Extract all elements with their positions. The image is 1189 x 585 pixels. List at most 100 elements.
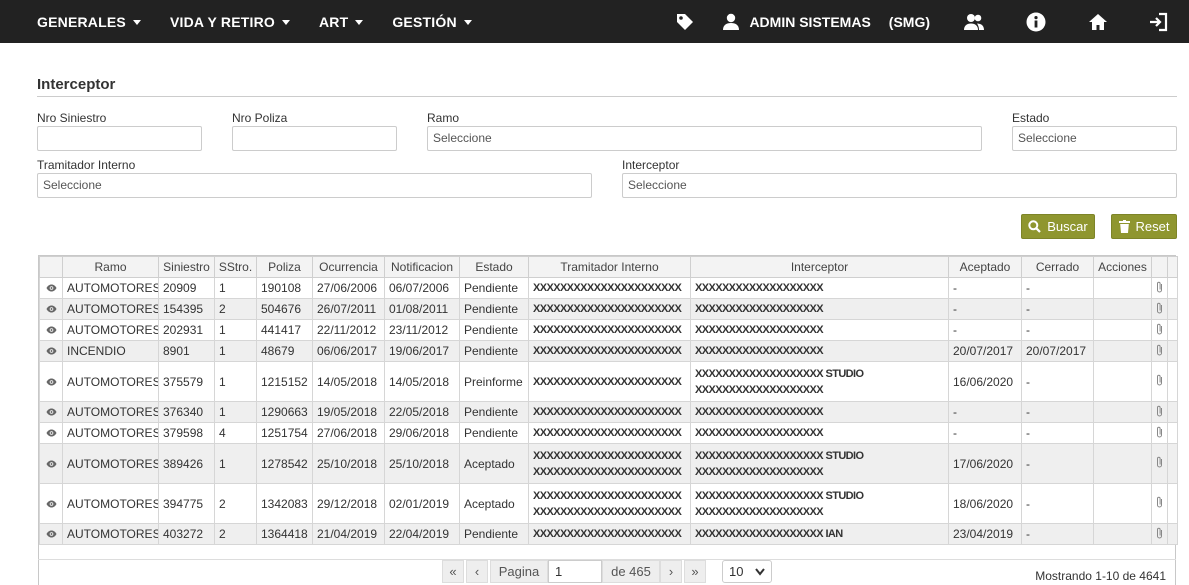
view-icon[interactable] bbox=[39, 319, 63, 341]
attachment-icon[interactable] bbox=[1151, 483, 1168, 524]
reset-button[interactable]: Reset bbox=[1111, 214, 1177, 239]
cell-acciones bbox=[1093, 340, 1152, 362]
menu-label: VIDA Y RETIRO bbox=[169, 13, 275, 30]
page-size-value: 10 bbox=[729, 564, 744, 579]
cell-poliza: 1278542 bbox=[256, 443, 313, 484]
col-header-notificacion[interactable]: Notificacion bbox=[384, 256, 460, 278]
attachment-icon[interactable] bbox=[1151, 443, 1168, 484]
cell-cerrado: - bbox=[1021, 298, 1094, 320]
col-header-aceptado[interactable]: Aceptado bbox=[948, 256, 1022, 278]
ramo-select[interactable]: Seleccione bbox=[427, 126, 982, 151]
view-icon[interactable] bbox=[39, 483, 63, 524]
view-icon[interactable] bbox=[39, 277, 63, 299]
cell-interceptor: XXXXXXXXXXXXXXXXXXX STUDIO XXXXXXXXXXXXXX… bbox=[690, 483, 949, 524]
table-row[interactable]: INCENDIO 8901 1 48679 06/06/2017 19/06/2017 Pe… bbox=[39, 340, 1178, 362]
col-header-poliza[interactable]: Poliza bbox=[256, 256, 313, 278]
tramitador-select[interactable]: Seleccione bbox=[37, 173, 592, 198]
table-row[interactable]: AUTOMOTORES 20909 1 190108 27/06/2006 06/07/2… bbox=[39, 277, 1178, 299]
prev-page-button[interactable]: ‹ bbox=[466, 560, 488, 583]
attachment-icon[interactable] bbox=[1151, 298, 1168, 320]
page-count-label: de 465 bbox=[602, 560, 660, 583]
first-page-button[interactable]: « bbox=[442, 560, 464, 583]
nro-poliza-input[interactable] bbox=[232, 126, 397, 151]
last-page-button[interactable]: » bbox=[684, 560, 706, 583]
tag-icon[interactable] bbox=[674, 0, 696, 43]
buscar-button[interactable]: Buscar bbox=[1021, 214, 1095, 239]
interceptor-select[interactable]: Seleccione bbox=[622, 173, 1177, 198]
view-icon[interactable] bbox=[39, 361, 63, 402]
table-row[interactable]: AUTOMOTORES 375579 1 1215152 14/05/2018 14/05… bbox=[39, 361, 1178, 402]
attachment-icon[interactable] bbox=[1151, 401, 1168, 423]
attachment-icon[interactable] bbox=[1151, 340, 1168, 362]
attachment-icon[interactable] bbox=[1151, 277, 1168, 299]
table-row[interactable]: AUTOMOTORES 202931 1 441417 22/11/2012 23/11/… bbox=[39, 319, 1178, 341]
page-number-input[interactable]: 1 bbox=[548, 560, 602, 583]
cell-estado: Aceptado bbox=[459, 443, 529, 484]
table-row[interactable]: AUTOMOTORES 376340 1 1290663 19/05/2018 22/05… bbox=[39, 401, 1178, 423]
col-header-estado[interactable]: Estado bbox=[459, 256, 529, 278]
col-header-tramitador[interactable]: Tramitador Interno bbox=[528, 256, 691, 278]
cell-estado: Aceptado bbox=[459, 483, 529, 524]
cell-aceptado: - bbox=[948, 298, 1022, 320]
cell-sstro: 1 bbox=[214, 277, 257, 299]
nro-siniestro-input[interactable] bbox=[37, 126, 202, 151]
info-icon[interactable] bbox=[1025, 0, 1047, 43]
col-header-ocurrencia[interactable]: Ocurrencia bbox=[312, 256, 385, 278]
cell-poliza: 1342083 bbox=[256, 483, 313, 524]
attachment-icon[interactable] bbox=[1151, 361, 1168, 402]
attachment-icon[interactable] bbox=[1151, 422, 1168, 444]
view-icon[interactable] bbox=[39, 298, 63, 320]
table-row[interactable]: AUTOMOTORES 154395 2 504676 26/07/2011 01/08/… bbox=[39, 298, 1178, 320]
tramitador-name: XXXXXXXXXXXXXXXXXXXXXX bbox=[533, 528, 682, 540]
page-size-select[interactable]: 10 bbox=[722, 560, 772, 583]
cell-estado: Pendiente bbox=[459, 401, 529, 423]
cell-notificacion: 14/05/2018 bbox=[384, 361, 460, 402]
col-header-ramo[interactable]: Ramo bbox=[62, 256, 159, 278]
cell-poliza: 1251754 bbox=[256, 422, 313, 444]
next-page-button[interactable]: › bbox=[660, 560, 682, 583]
table-row[interactable]: AUTOMOTORES 389426 1 1278542 25/10/2018 25/10… bbox=[39, 443, 1178, 484]
col-header-cerrado[interactable]: Cerrado bbox=[1021, 256, 1094, 278]
cell-ramo: AUTOMOTORES bbox=[62, 298, 159, 320]
col-header-sstro[interactable]: SStro. bbox=[214, 256, 257, 278]
table-row[interactable]: AUTOMOTORES 394775 2 1342083 29/12/2018 02/01… bbox=[39, 483, 1178, 524]
reset-label: Reset bbox=[1135, 219, 1170, 234]
attachment-icon[interactable] bbox=[1151, 523, 1168, 545]
menu-gestion[interactable]: GESTIÓN bbox=[392, 13, 472, 30]
page-title: Interceptor bbox=[37, 76, 116, 93]
menu-label: GESTIÓN bbox=[392, 13, 457, 30]
user-menu[interactable]: ADMIN SISTEMAS (SMG) bbox=[722, 13, 930, 31]
logout-icon[interactable] bbox=[1147, 0, 1169, 43]
cell-siniestro: 8901 bbox=[158, 340, 215, 362]
menu-vida-y-retiro[interactable]: VIDA Y RETIRO bbox=[170, 14, 290, 30]
cell-extra bbox=[1167, 298, 1178, 320]
interceptor-name: XXXXXXXXXXXXXXXXXXX bbox=[695, 406, 824, 418]
view-icon[interactable] bbox=[39, 443, 63, 484]
col-header-interceptor[interactable]: Interceptor bbox=[690, 256, 949, 278]
user-icon bbox=[723, 13, 740, 30]
menu-generales[interactable]: GENERALES bbox=[37, 14, 141, 30]
users-icon[interactable] bbox=[963, 0, 985, 43]
tramitador-name: XXXXXXXXXXXXXXXXXXXXXX bbox=[533, 465, 682, 478]
caret-down-icon bbox=[132, 19, 141, 25]
table-row[interactable]: AUTOMOTORES 379598 4 1251754 27/06/2018 29/06… bbox=[39, 422, 1178, 444]
view-icon[interactable] bbox=[39, 340, 63, 362]
main-menu: GENERALES VIDA Y RETIRO ART GESTIÓN bbox=[0, 0, 501, 43]
view-icon[interactable] bbox=[39, 422, 63, 444]
table-row[interactable]: AUTOMOTORES 403272 2 1364418 21/04/2019 22/04… bbox=[39, 523, 1178, 545]
cell-poliza: 504676 bbox=[256, 298, 313, 320]
cell-notificacion: 22/04/2019 bbox=[384, 523, 460, 545]
chevron-down-icon bbox=[755, 568, 765, 576]
home-icon[interactable] bbox=[1087, 0, 1109, 43]
attachment-icon[interactable] bbox=[1151, 319, 1168, 341]
menu-art[interactable]: ART bbox=[319, 14, 364, 30]
view-icon[interactable] bbox=[39, 401, 63, 423]
view-icon[interactable] bbox=[39, 523, 63, 545]
cell-estado: Pendiente bbox=[459, 319, 529, 341]
cell-estado: Preinforme bbox=[459, 361, 529, 402]
col-header-siniestro[interactable]: Siniestro bbox=[158, 256, 215, 278]
estado-select[interactable]: Seleccione bbox=[1012, 126, 1177, 151]
cell-sstro: 1 bbox=[214, 443, 257, 484]
cell-interceptor: XXXXXXXXXXXXXXXXXXX bbox=[690, 422, 949, 444]
cell-aceptado: - bbox=[948, 319, 1022, 341]
